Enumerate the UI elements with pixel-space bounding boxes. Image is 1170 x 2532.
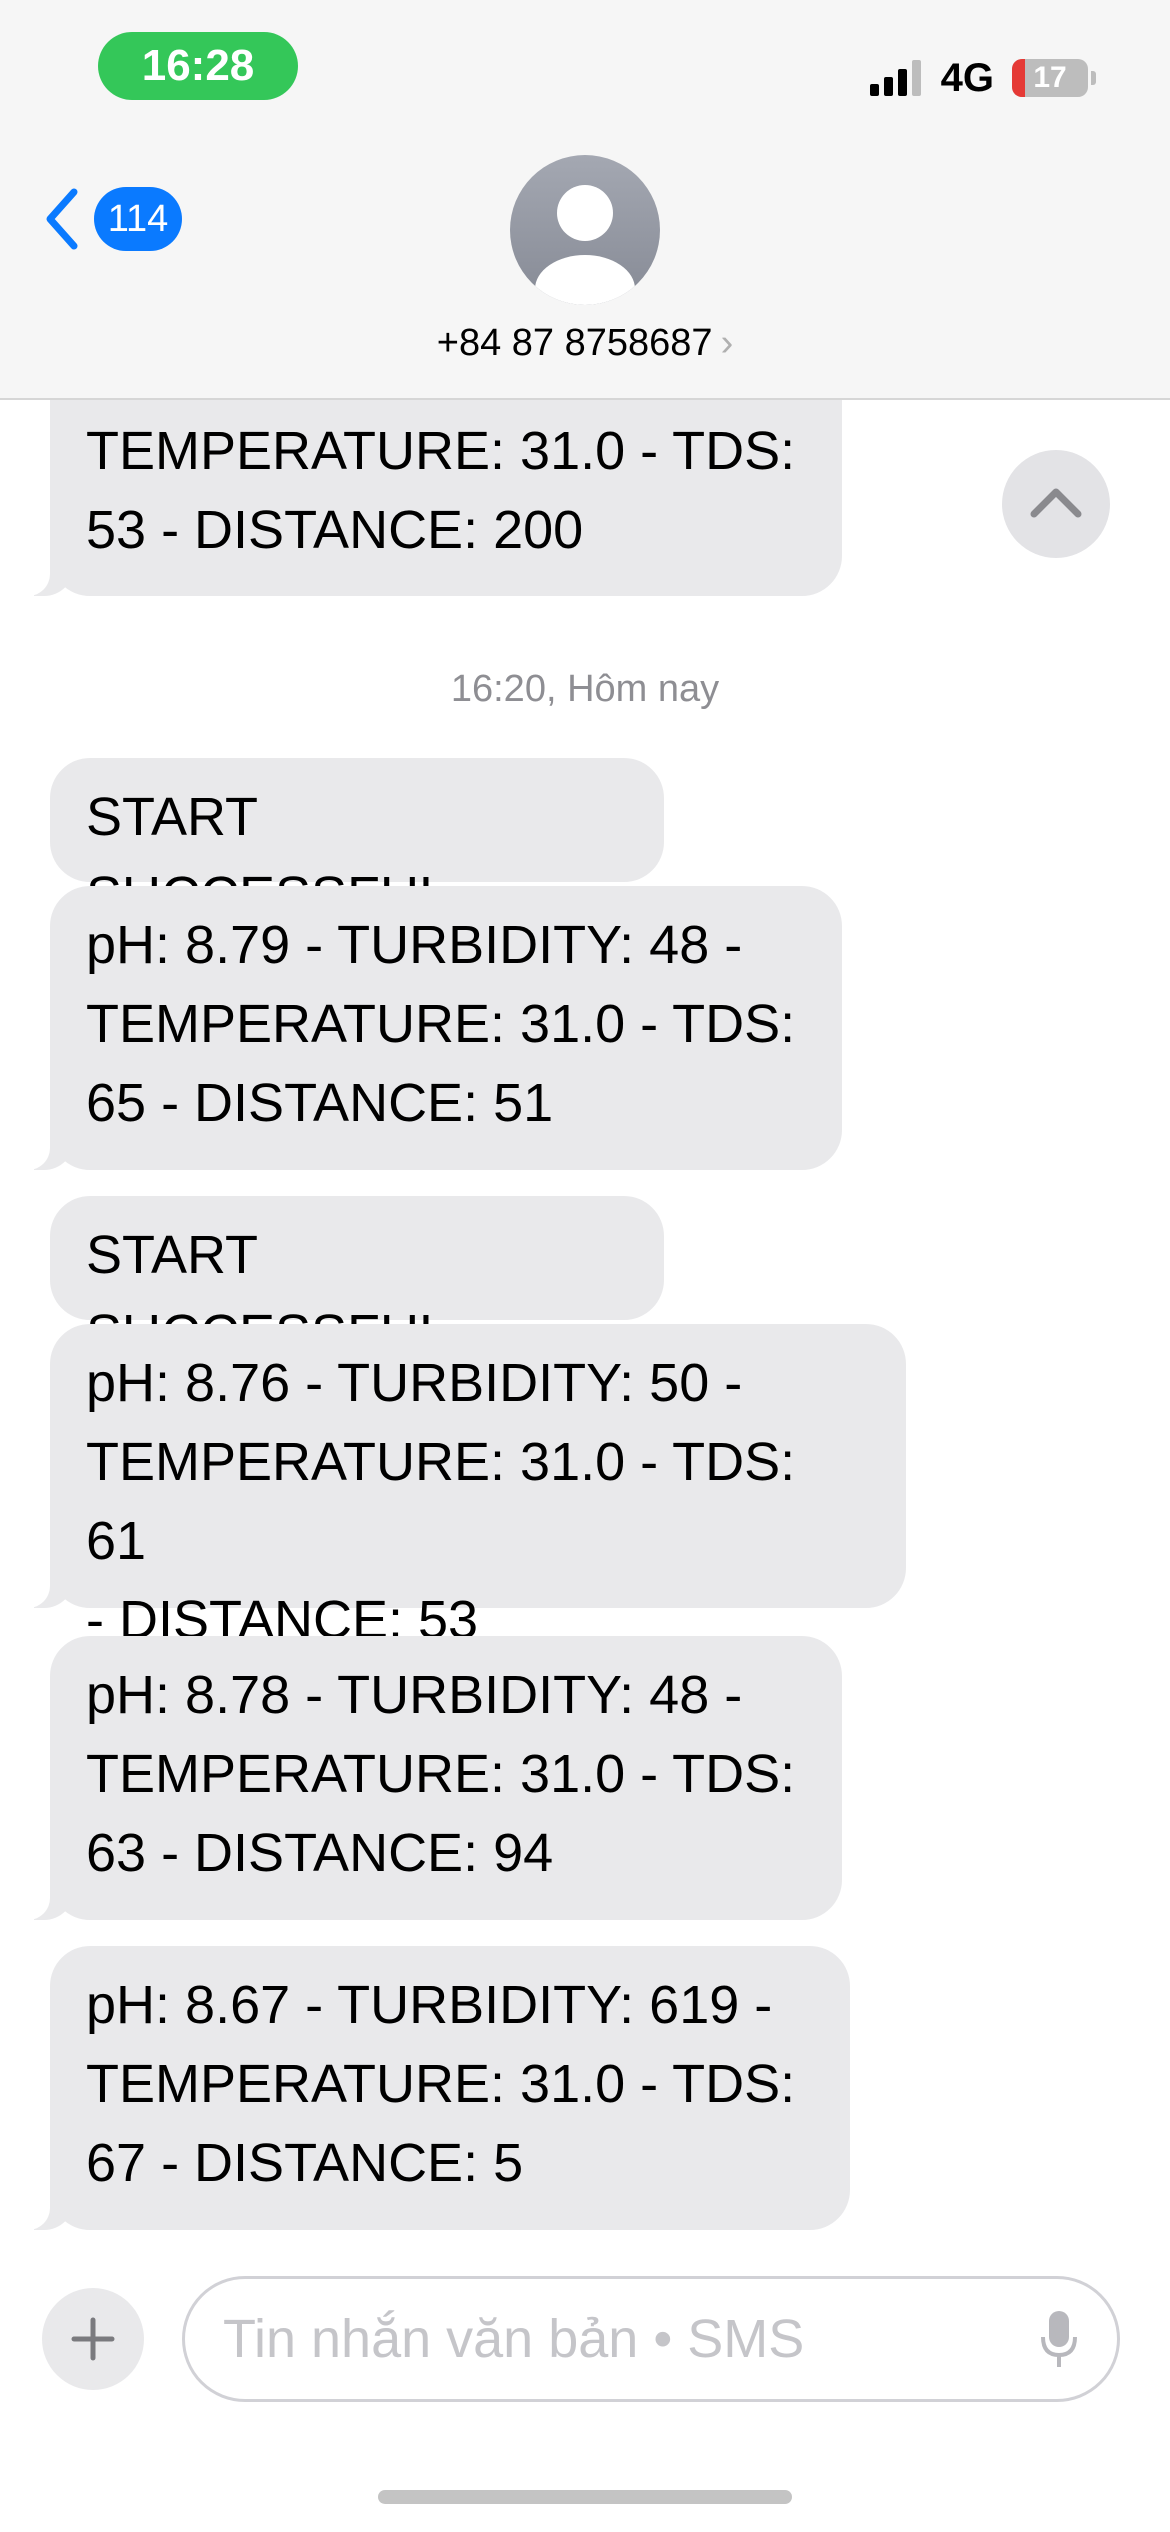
unread-count-badge: 114 bbox=[94, 187, 182, 251]
message-line: TEMPERATURE: 31.0 - TDS: bbox=[86, 421, 796, 481]
network-type: 4G bbox=[940, 55, 994, 100]
chevron-right-icon: › bbox=[720, 322, 734, 364]
plus-icon bbox=[71, 2317, 115, 2361]
home-indicator[interactable] bbox=[378, 2490, 792, 2504]
contact-number: +84 87 8758687 bbox=[436, 322, 713, 364]
cellular-signal-icon bbox=[869, 60, 921, 96]
add-attachment-button[interactable] bbox=[42, 2288, 144, 2390]
message-line: TEMPERATURE: 31.0 - TDS: bbox=[86, 994, 796, 1054]
message-timestamp: 16:20, Hôm nay bbox=[450, 668, 720, 710]
message-line: TEMPERATURE: 31.0 - TDS: bbox=[86, 2054, 796, 2114]
conversation-header: 16:28 4G 17 114 +84 87 8758687 › bbox=[0, 0, 1170, 400]
message-line: 63 - DISTANCE: 94 bbox=[86, 1823, 554, 1883]
status-indicators: 4G 17 bbox=[869, 50, 1096, 106]
contact-avatar[interactable] bbox=[510, 155, 660, 305]
message-line: pH: 8.79 - TURBIDITY: 48 - bbox=[86, 915, 743, 975]
message-bubble[interactable]: pH: 8.78 - TURBIDITY: 48 - TEMPERATURE: … bbox=[10, 1636, 842, 1920]
chevron-left-icon bbox=[46, 188, 78, 250]
message-line: TEMPERATURE: 31.0 - TDS: 61 bbox=[86, 1432, 796, 1571]
battery-level: 17 bbox=[1033, 61, 1067, 94]
message-line: TEMPERATURE: 31.0 - TDS: bbox=[86, 1744, 796, 1804]
microphone-icon[interactable] bbox=[1039, 2309, 1079, 2371]
back-button[interactable]: 114 bbox=[44, 186, 182, 252]
scroll-to-top-button[interactable] bbox=[1002, 450, 1110, 558]
message-input[interactable]: Tin nhắn văn bản • SMS bbox=[182, 2276, 1120, 2402]
message-line: 53 - DISTANCE: 200 bbox=[86, 500, 584, 560]
contact-name-button[interactable]: +84 87 8758687 › bbox=[0, 322, 1170, 365]
battery-tip bbox=[1091, 71, 1096, 85]
chevron-up-icon bbox=[1030, 488, 1082, 518]
message-bubble[interactable]: pH: 8.67 - TURBIDITY: 619 - TEMPERATURE:… bbox=[10, 1946, 850, 2230]
person-icon bbox=[535, 185, 635, 305]
message-bubble[interactable]: pH: 8.79 - TURBIDITY: 48 - TEMPERATURE: … bbox=[10, 886, 842, 1170]
message-line: pH: 8.67 - TURBIDITY: 619 - bbox=[86, 1975, 773, 2035]
message-bubble[interactable]: START SUCCESSFUL bbox=[50, 758, 664, 926]
message-line: 65 - DISTANCE: 51 bbox=[86, 1073, 554, 1133]
battery-icon: 17 bbox=[1012, 59, 1088, 97]
message-line: 67 - DISTANCE: 5 bbox=[86, 2133, 524, 2193]
message-bubble[interactable]: pH: 8.76 - TURBIDITY: 50 - TEMPERATURE: … bbox=[10, 1324, 906, 1650]
message-input-placeholder: Tin nhắn văn bản • SMS bbox=[223, 2309, 805, 2369]
message-line: pH: 8.78 - TURBIDITY: 48 - bbox=[86, 1665, 743, 1725]
message-line: pH: 8.76 - TURBIDITY: 50 - bbox=[86, 1353, 743, 1413]
message-bubble[interactable]: START SUCCESSFUL bbox=[50, 1196, 664, 1364]
status-time[interactable]: 16:28 bbox=[98, 32, 298, 100]
